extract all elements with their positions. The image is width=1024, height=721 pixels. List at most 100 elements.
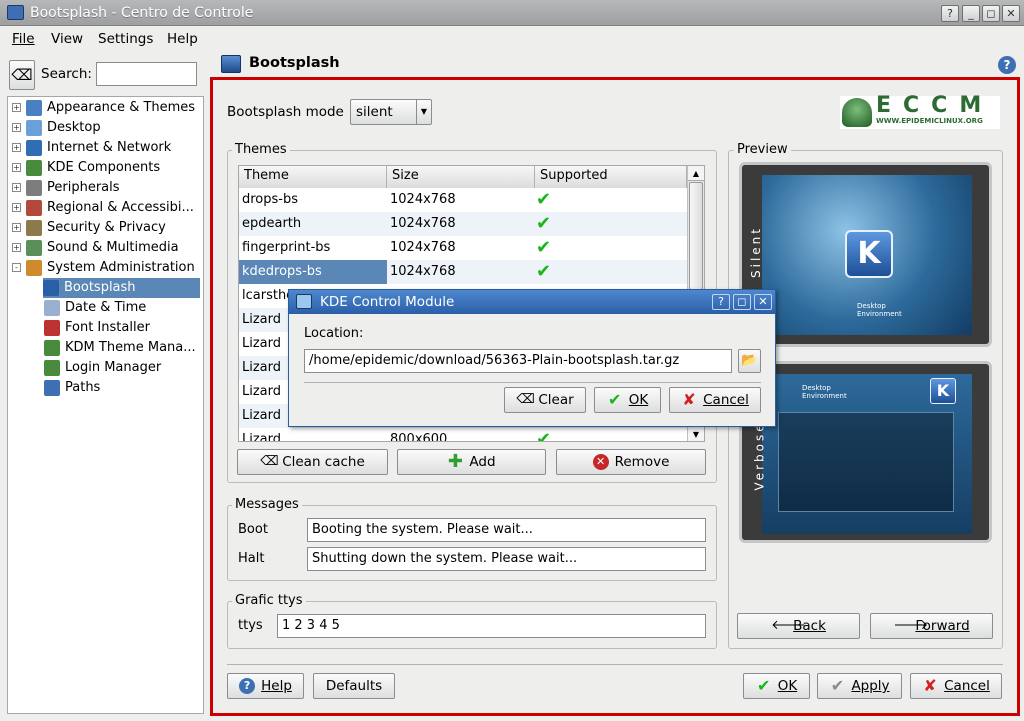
kde-control-module-dialog[interactable]: KDE Control Module ? ◻ ✕ Location: /home… xyxy=(288,289,776,427)
tree-item-label: Regional & Accessibi... xyxy=(47,200,194,215)
size-cell: 1024x768 xyxy=(390,264,456,279)
tree-subitem-label: Font Installer xyxy=(65,320,150,335)
dialog-clear-icon: ⌫ xyxy=(516,392,535,407)
peripherals-icon xyxy=(26,179,42,196)
back-button[interactable]: 🡐Back xyxy=(737,613,860,639)
halt-message-field[interactable]: Shutting down the system. Please wait... xyxy=(307,547,706,571)
forward-button[interactable]: 🡒Forward xyxy=(870,613,993,639)
menu-settings[interactable]: Settings xyxy=(98,31,153,47)
expand-icon[interactable]: + xyxy=(12,123,21,132)
tree-subitem[interactable]: Bootsplash xyxy=(43,278,200,298)
mode-select[interactable]: silent ▼ xyxy=(350,99,432,125)
tree-item[interactable]: - System Administration xyxy=(12,258,195,278)
tree-subitem[interactable]: Font Installer xyxy=(44,318,150,338)
expand-icon[interactable]: + xyxy=(12,183,21,192)
tree-item[interactable]: + Security & Privacy xyxy=(12,218,166,238)
size-cell: 800x600 xyxy=(390,432,448,441)
tree-subitem-label: Bootsplash xyxy=(64,280,136,295)
defaults-button[interactable]: Defaults xyxy=(313,673,395,699)
tree-subitem[interactable]: KDM Theme Mana... xyxy=(44,338,196,358)
table-row[interactable]: Lizard 800x600 ✔ xyxy=(239,428,687,441)
dialog-ok-button[interactable]: ✔ OK xyxy=(594,387,661,413)
column-size[interactable]: Size xyxy=(387,166,535,188)
title-bar[interactable]: Bootsplash - Centro de Controle ? _ ◻ ✕ xyxy=(0,0,1024,26)
tree-item[interactable]: + Appearance & Themes xyxy=(12,98,195,118)
theme-cell: kdedrops-bs xyxy=(239,260,387,284)
expand-icon[interactable]: + xyxy=(12,103,21,112)
theme-cell: fingerprint-bs xyxy=(242,240,331,255)
menu-help[interactable]: Help xyxy=(167,31,198,47)
help-button[interactable]: ? Help xyxy=(227,673,304,699)
bootsplash-icon xyxy=(43,279,59,296)
tree-item[interactable]: + Desktop xyxy=(12,118,101,138)
dialog-close-button[interactable]: ✕ xyxy=(754,294,772,310)
ttys-field[interactable]: 1 2 3 4 5 xyxy=(277,614,706,638)
column-theme[interactable]: Theme xyxy=(239,166,387,188)
dialog-cancel-button[interactable]: ✘ Cancel xyxy=(669,387,761,413)
add-button[interactable]: ✚ Add xyxy=(397,449,546,475)
expand-icon[interactable]: + xyxy=(12,143,21,152)
expand-icon[interactable]: + xyxy=(12,243,21,252)
mode-label: Bootsplash mode xyxy=(227,104,344,120)
expand-icon[interactable]: + xyxy=(12,223,21,232)
expand-icon[interactable]: + xyxy=(12,203,21,212)
boot-label: Boot xyxy=(238,522,268,537)
ok-button[interactable]: ✔ OK xyxy=(743,673,810,699)
menu-view[interactable]: View xyxy=(51,31,83,47)
boot-message-field[interactable]: Booting the system. Please wait... xyxy=(307,518,706,542)
tree-subitem[interactable]: Date & Time xyxy=(44,298,146,318)
kde-logo-icon: K xyxy=(845,230,893,278)
clean-cache-button[interactable]: ⌫ Clean cache xyxy=(237,449,388,475)
messages-group-label: Messages xyxy=(232,497,302,512)
search-input[interactable] xyxy=(96,62,197,86)
scroll-thumb[interactable] xyxy=(689,182,703,290)
scroll-up-icon[interactable]: ▲ xyxy=(688,166,704,181)
tree-subitem[interactable]: Paths xyxy=(44,378,100,398)
dialog-title: KDE Control Module xyxy=(320,294,455,310)
expand-icon[interactable]: + xyxy=(12,163,21,172)
tree-item-label: Sound & Multimedia xyxy=(47,240,179,255)
browse-folder-button[interactable]: 📂 xyxy=(738,349,761,373)
window-title: Bootsplash - Centro de Controle xyxy=(30,5,254,21)
dialog-clear-button[interactable]: ⌫ Clear xyxy=(504,387,586,413)
scroll-down-icon[interactable]: ▼ xyxy=(688,426,704,441)
tree-item[interactable]: + KDE Components xyxy=(12,158,160,178)
menu-file[interactable]: File xyxy=(12,31,35,47)
close-button[interactable]: ✕ xyxy=(1002,5,1020,22)
supported-check-icon: ✔ xyxy=(536,429,552,442)
tree-item[interactable]: + Regional & Accessibi... xyxy=(12,198,194,218)
tree-item[interactable]: + Peripherals xyxy=(12,178,120,198)
minimize-button[interactable]: _ xyxy=(962,5,980,22)
table-row[interactable]: fingerprint-bs 1024x768 ✔ xyxy=(239,236,687,260)
whats-this-icon[interactable]: ? xyxy=(998,56,1016,74)
size-cell: 1024x768 xyxy=(390,216,456,231)
theme-cell: drops-bs xyxy=(242,192,299,207)
table-row[interactable]: kdedrops-bs 1024x768 ✔ xyxy=(239,260,687,284)
tree-subitem-label: Login Manager xyxy=(65,360,162,375)
apply-button[interactable]: ✔ Apply xyxy=(817,673,902,699)
tree-subitem[interactable]: Login Manager xyxy=(44,358,161,378)
verbose-console-area xyxy=(778,412,954,512)
cancel-button[interactable]: ✘ Cancel xyxy=(910,673,1002,699)
verbose-desktop-env: Desktop Environment xyxy=(802,384,847,400)
internet-icon xyxy=(26,139,42,156)
remove-button[interactable]: ✕ Remove xyxy=(556,449,706,475)
location-field[interactable]: /home/epidemic/download/56363-Plain-boot… xyxy=(304,349,732,373)
module-title: Bootsplash xyxy=(249,55,340,71)
table-row[interactable]: drops-bs 1024x768 ✔ xyxy=(239,188,687,212)
collapse-icon[interactable]: - xyxy=(12,263,21,272)
maximize-button[interactable]: ◻ xyxy=(982,5,1000,22)
tree-item[interactable]: + Sound & Multimedia xyxy=(12,238,179,258)
dialog-title-bar[interactable]: KDE Control Module ? ◻ ✕ xyxy=(289,290,775,314)
sound-icon xyxy=(26,239,42,256)
dialog-help-button[interactable]: ? xyxy=(712,294,730,310)
clear-search-button[interactable]: ⌫ xyxy=(9,60,35,90)
remove-icon: ✕ xyxy=(592,454,609,470)
tree-item[interactable]: + Internet & Network xyxy=(12,138,171,158)
theme-cell: epdearth xyxy=(242,216,302,231)
dialog-maximize-button[interactable]: ◻ xyxy=(733,294,751,310)
help-window-button[interactable]: ? xyxy=(941,5,959,22)
arrow-left-icon: 🡐 xyxy=(771,618,806,633)
table-row[interactable]: epdearth 1024x768 ✔ xyxy=(239,212,687,236)
column-supported[interactable]: Supported xyxy=(535,166,687,188)
